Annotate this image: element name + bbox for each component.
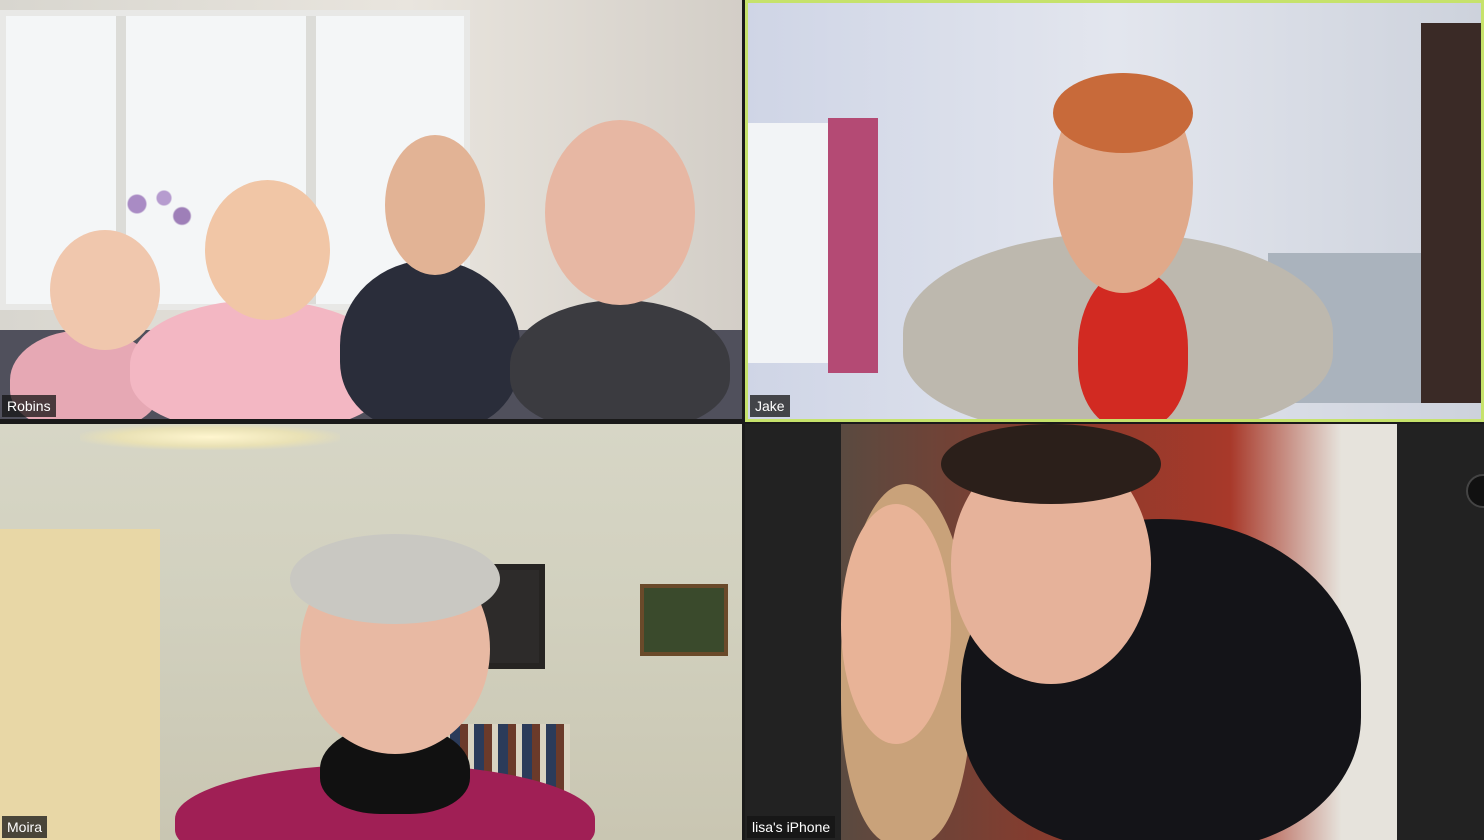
participant-tile-lisas-iphone[interactable]: lisa's iPhone	[745, 424, 1484, 840]
participant-video-robins	[0, 0, 742, 419]
participant-name-label: Moira	[2, 816, 48, 838]
window	[748, 123, 828, 363]
video-gallery-grid: Robins Jake Moira lisa's iPhone	[0, 0, 1484, 840]
participant-name-label: lisa's iPhone	[747, 816, 836, 838]
participant-tile-robins[interactable]: Robins	[0, 0, 742, 419]
participant-tile-jake[interactable]: Jake	[745, 0, 1484, 422]
painting	[640, 584, 728, 656]
participant-name-label: Jake	[750, 395, 790, 417]
door	[1421, 23, 1481, 403]
participant-video-lisas-iphone	[841, 424, 1484, 840]
participant-video-jake	[748, 3, 1481, 419]
wall-clock	[1466, 474, 1484, 508]
curtain	[828, 118, 878, 373]
orchid-plant	[110, 180, 200, 240]
participant-name-label: Robins	[2, 395, 56, 417]
participant-video-moira	[0, 424, 742, 840]
hallway	[0, 529, 160, 840]
participant-tile-moira[interactable]: Moira	[0, 424, 742, 840]
ceiling-light	[80, 424, 340, 450]
